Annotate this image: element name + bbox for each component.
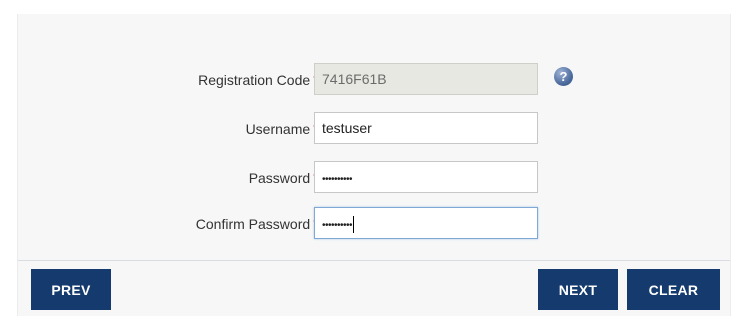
help-icon[interactable]: ? (554, 67, 573, 86)
username-label: Username* (246, 112, 319, 146)
username-row: Username* testuser (18, 112, 730, 146)
password-row: Password* •••••••••• (18, 161, 730, 195)
password-input[interactable]: •••••••••• (314, 161, 538, 193)
form-divider (18, 260, 730, 261)
registration-code-label: Registration Code* (198, 63, 319, 97)
confirm-password-masked-value: •••••••••• (322, 220, 353, 231)
registration-code-field: 7416F61B (314, 63, 538, 95)
registration-form-panel: Registration Code* 7416F61B ? Username* … (17, 14, 731, 316)
confirm-password-row: Confirm Password* •••••••••• (18, 207, 730, 241)
confirm-password-input[interactable]: •••••••••• (314, 207, 538, 239)
confirm-password-label: Confirm Password* (196, 207, 319, 241)
password-label: Password* (249, 161, 319, 195)
next-button[interactable]: NEXT (538, 269, 618, 310)
registration-window: Registration Code* 7416F61B ? Username* … (0, 0, 740, 316)
prev-button[interactable]: PREV (31, 269, 111, 310)
password-masked-value: •••••••••• (322, 174, 353, 185)
clear-button[interactable]: CLEAR (627, 269, 720, 310)
username-input[interactable]: testuser (314, 112, 538, 144)
registration-code-row: Registration Code* 7416F61B ? (18, 63, 730, 97)
text-cursor (353, 215, 355, 233)
